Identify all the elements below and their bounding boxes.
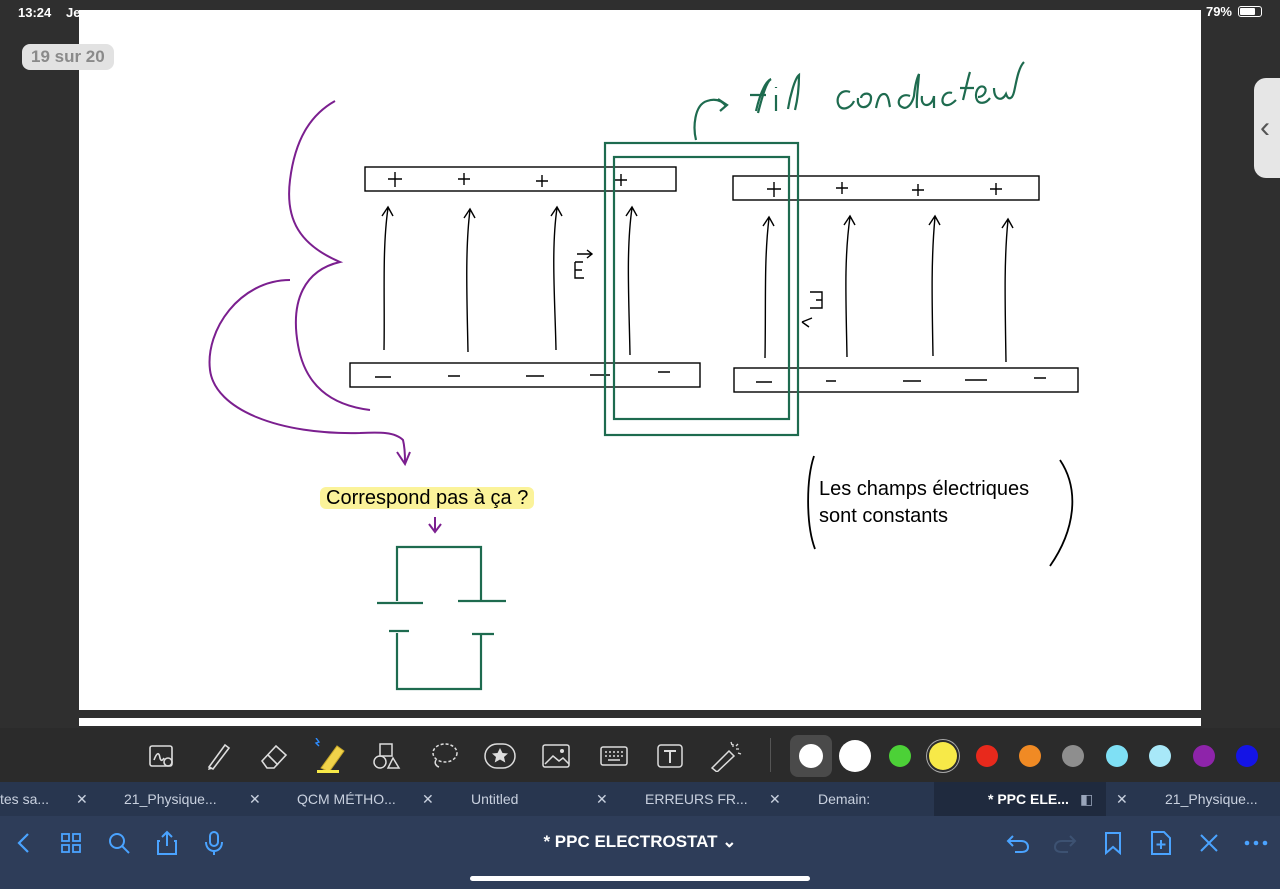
document-title[interactable]: * PPC ELECTROSTAT ⌄ [0,832,1280,852]
tab-2[interactable]: QCM MÉTHO... [297,782,396,816]
tab-0[interactable]: tes sa... [0,782,49,816]
sticker-icon[interactable] [480,736,520,776]
add-page-icon[interactable] [1146,828,1176,858]
observation-line-2: sont constants [819,505,948,527]
color-swatch-gray[interactable] [1062,745,1084,767]
eraser-icon[interactable] [254,736,294,776]
color-swatch-purple[interactable] [1193,745,1215,767]
pen-icon[interactable] [198,736,238,776]
tab-7[interactable]: 21_Physique... [1165,782,1258,816]
drawing-toolbar [0,728,1280,782]
color-swatch-cyan[interactable] [1106,745,1128,767]
more-options-icon[interactable] [1241,828,1271,858]
right-positive-plate [732,175,1040,201]
left-negative-plate [349,362,701,388]
zoom-write-icon[interactable] [142,736,182,776]
tab-close-icon[interactable]: ✕ [1116,782,1128,816]
tab-4[interactable]: ERREURS FR... [645,782,748,816]
color-swatch-white[interactable] [839,740,871,772]
redo-icon[interactable] [1050,828,1080,858]
purple-annotation-arrows [208,100,442,534]
tab-1[interactable]: 21_Physique... [124,782,217,816]
color-swatch-green[interactable] [889,745,911,767]
bookmark-icon[interactable] [1098,828,1128,858]
question-note: Correspond pas à ça ? [320,485,535,512]
split-view-icon[interactable]: ◧ [1080,782,1093,816]
conductor-wire [377,98,800,691]
tab-close-icon[interactable]: ✕ [422,782,434,816]
handwritten-drawing [208,61,1079,691]
home-indicator [470,876,810,881]
tab-close-icon[interactable]: ✕ [76,782,88,816]
close-tools-icon[interactable] [1194,828,1224,858]
observation-note: Les champs électriques sont constants [819,476,1029,530]
document-tabs: tes sa... ✕ 21_Physique... ✕ QCM MÉTHO..… [0,782,1280,816]
tab-close-icon[interactable]: ✕ [769,782,781,816]
text-box-icon[interactable] [650,736,690,776]
tab-5[interactable]: Demain: [818,782,870,816]
tab-close-icon[interactable]: ✕ [249,782,261,816]
laser-pointer-icon[interactable] [706,736,746,776]
tab-close-icon[interactable]: ✕ [596,782,608,816]
color-swatch-white-selected[interactable] [799,744,823,768]
observation-line-1: Les champs électriques [819,478,1030,500]
color-swatch-light-blue[interactable] [1149,745,1171,767]
toolbar-divider [770,738,771,772]
color-swatch-blue[interactable] [1236,745,1258,767]
color-swatch-yellow[interactable] [929,742,957,770]
question-text: Correspond pas à ça ? [320,487,535,509]
highlighter-icon[interactable] [310,736,350,776]
bottom-navigation-bar: * PPC ELECTROSTAT ⌄ [0,816,1280,889]
right-negative-plate [733,367,1079,393]
image-icon[interactable] [536,736,576,776]
lasso-icon[interactable] [424,736,464,776]
shapes-icon[interactable] [366,736,406,776]
color-swatch-red[interactable] [976,745,998,767]
color-swatch-orange[interactable] [1019,745,1041,767]
tab-3[interactable]: Untitled [471,782,518,816]
undo-icon[interactable] [1003,828,1033,858]
left-positive-plate [364,166,677,192]
keyboard-icon[interactable] [594,736,634,776]
